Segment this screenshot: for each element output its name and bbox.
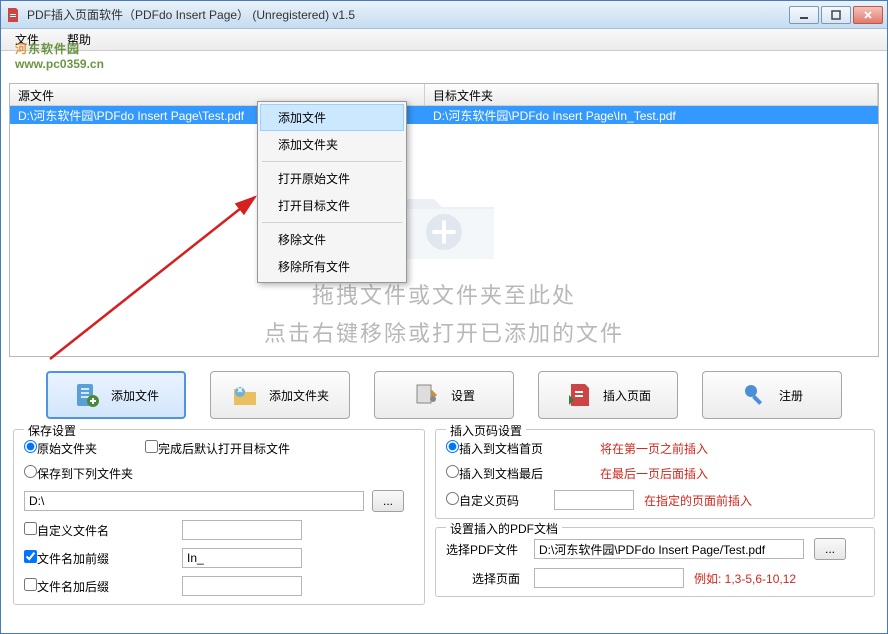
drop-hint-line1: 拖拽文件或文件夹至此处 [10, 278, 878, 310]
radio-custom-page[interactable]: 自定义页码 [446, 492, 544, 509]
radio-original-folder[interactable]: 原始文件夹 [24, 440, 97, 457]
table-row[interactable]: D:\河东软件园\PDFdo Insert Page\Test.pdf D:\河… [10, 106, 878, 124]
register-icon [741, 381, 769, 409]
maximize-button[interactable] [821, 6, 851, 24]
cell-target: D:\河东软件园\PDFdo Insert Page\In_Test.pdf [425, 106, 878, 124]
chk-open-after[interactable]: 完成后默认打开目标文件 [145, 440, 290, 457]
browse-pdf-button[interactable]: ... [814, 538, 846, 560]
window-controls [789, 6, 883, 24]
save-settings-group: 保存设置 原始文件夹 完成后默认打开目标文件 保存到下列文件夹 ... 自定义文… [13, 429, 425, 605]
ctx-separator [262, 161, 402, 162]
page-settings-legend: 插入页码设置 [446, 422, 526, 439]
drop-hint: 拖拽文件或文件夹至此处 点击右键移除或打开已添加的文件 [10, 184, 878, 348]
ctx-open-target[interactable]: 打开目标文件 [260, 192, 404, 219]
list-header: 源文件 目标文件夹 [10, 84, 878, 106]
settings-button[interactable]: 设置 [374, 371, 514, 419]
pdf-path-input[interactable] [534, 539, 804, 559]
register-label: 注册 [779, 387, 803, 404]
suffix-input[interactable] [182, 576, 302, 596]
select-pdf-label: 选择PDF文件 [446, 541, 524, 558]
settings-icon [413, 381, 441, 409]
context-menu: 添加文件 添加文件夹 打开原始文件 打开目标文件 移除文件 移除所有文件 [257, 101, 407, 283]
browse-save-path-button[interactable]: ... [372, 490, 404, 512]
add-folder-button[interactable]: 添加文件夹 [210, 371, 350, 419]
lower-section: 保存设置 原始文件夹 完成后默认打开目标文件 保存到下列文件夹 ... 自定义文… [9, 429, 879, 605]
ctx-add-folder[interactable]: 添加文件夹 [260, 131, 404, 158]
select-pages-label: 选择页面 [446, 570, 524, 587]
custom-page-input[interactable] [554, 490, 634, 510]
titlebar: PDF插入页面软件（PDFdo Insert Page） (Unregister… [1, 1, 887, 29]
app-icon [5, 7, 21, 23]
col-target[interactable]: 目标文件夹 [425, 84, 878, 105]
insert-page-label: 插入页面 [603, 387, 651, 404]
ctx-add-file[interactable]: 添加文件 [260, 104, 404, 131]
radio-insert-first[interactable]: 插入到文档首页 [446, 440, 566, 457]
insert-page-icon [565, 381, 593, 409]
select-pages-input[interactable] [534, 568, 684, 588]
chk-prefix[interactable]: 文件名加前缀 [24, 550, 174, 567]
add-folder-icon [231, 381, 259, 409]
add-file-button[interactable]: 添加文件 [46, 371, 186, 419]
save-settings-legend: 保存设置 [24, 422, 80, 439]
settings-label: 设置 [451, 387, 475, 404]
radio-save-to-folder[interactable]: 保存到下列文件夹 [24, 465, 133, 482]
arrow-annotation [40, 189, 270, 369]
ctx-remove-file[interactable]: 移除文件 [260, 226, 404, 253]
file-list-panel: 源文件 目标文件夹 D:\河东软件园\PDFdo Insert Page\Tes… [9, 83, 879, 357]
pdf-settings-legend: 设置插入的PDF文档 [446, 520, 562, 537]
save-path-input[interactable] [24, 491, 364, 511]
app-window: PDF插入页面软件（PDFdo Insert Page） (Unregister… [0, 0, 888, 634]
add-file-icon [73, 381, 101, 409]
add-folder-label: 添加文件夹 [269, 387, 329, 404]
close-button[interactable] [853, 6, 883, 24]
radio-insert-last[interactable]: 插入到文档最后 [446, 465, 566, 482]
ctx-separator [262, 222, 402, 223]
minimize-button[interactable] [789, 6, 819, 24]
pdf-settings-group: 设置插入的PDF文档 选择PDF文件 ... 选择页面 例如: 1,3-5,6-… [435, 527, 875, 597]
pages-example: 例如: 1,3-5,6-10,12 [694, 570, 796, 587]
register-button[interactable]: 注册 [702, 371, 842, 419]
insert-first-desc: 将在第一页之前插入 [600, 440, 708, 457]
insert-page-button[interactable]: 插入页面 [538, 371, 678, 419]
prefix-input[interactable] [182, 548, 302, 568]
toolbar: 添加文件 添加文件夹 设置 插入页面 注册 [9, 371, 879, 419]
window-title: PDF插入页面软件（PDFdo Insert Page） (Unregister… [27, 6, 789, 23]
content-area: 源文件 目标文件夹 D:\河东软件园\PDFdo Insert Page\Tes… [1, 51, 887, 611]
page-settings-group: 插入页码设置 插入到文档首页 将在第一页之前插入 插入到文档最后 在最后一页后面… [435, 429, 875, 519]
insert-last-desc: 在最后一页后面插入 [600, 465, 708, 482]
menu-file[interactable]: 文件 [7, 29, 47, 50]
menubar: 文件 帮助 [1, 29, 887, 51]
add-file-label: 添加文件 [111, 387, 159, 404]
chk-custom-filename[interactable]: 自定义文件名 [24, 522, 174, 539]
chk-suffix[interactable]: 文件名加后缀 [24, 578, 174, 595]
ctx-remove-all[interactable]: 移除所有文件 [260, 253, 404, 280]
custom-page-desc: 在指定的页面前插入 [644, 492, 752, 509]
ctx-open-original[interactable]: 打开原始文件 [260, 165, 404, 192]
custom-filename-input[interactable] [182, 520, 302, 540]
menu-help[interactable]: 帮助 [59, 29, 99, 50]
drop-hint-line2: 点击右键移除或打开已添加的文件 [10, 316, 878, 348]
